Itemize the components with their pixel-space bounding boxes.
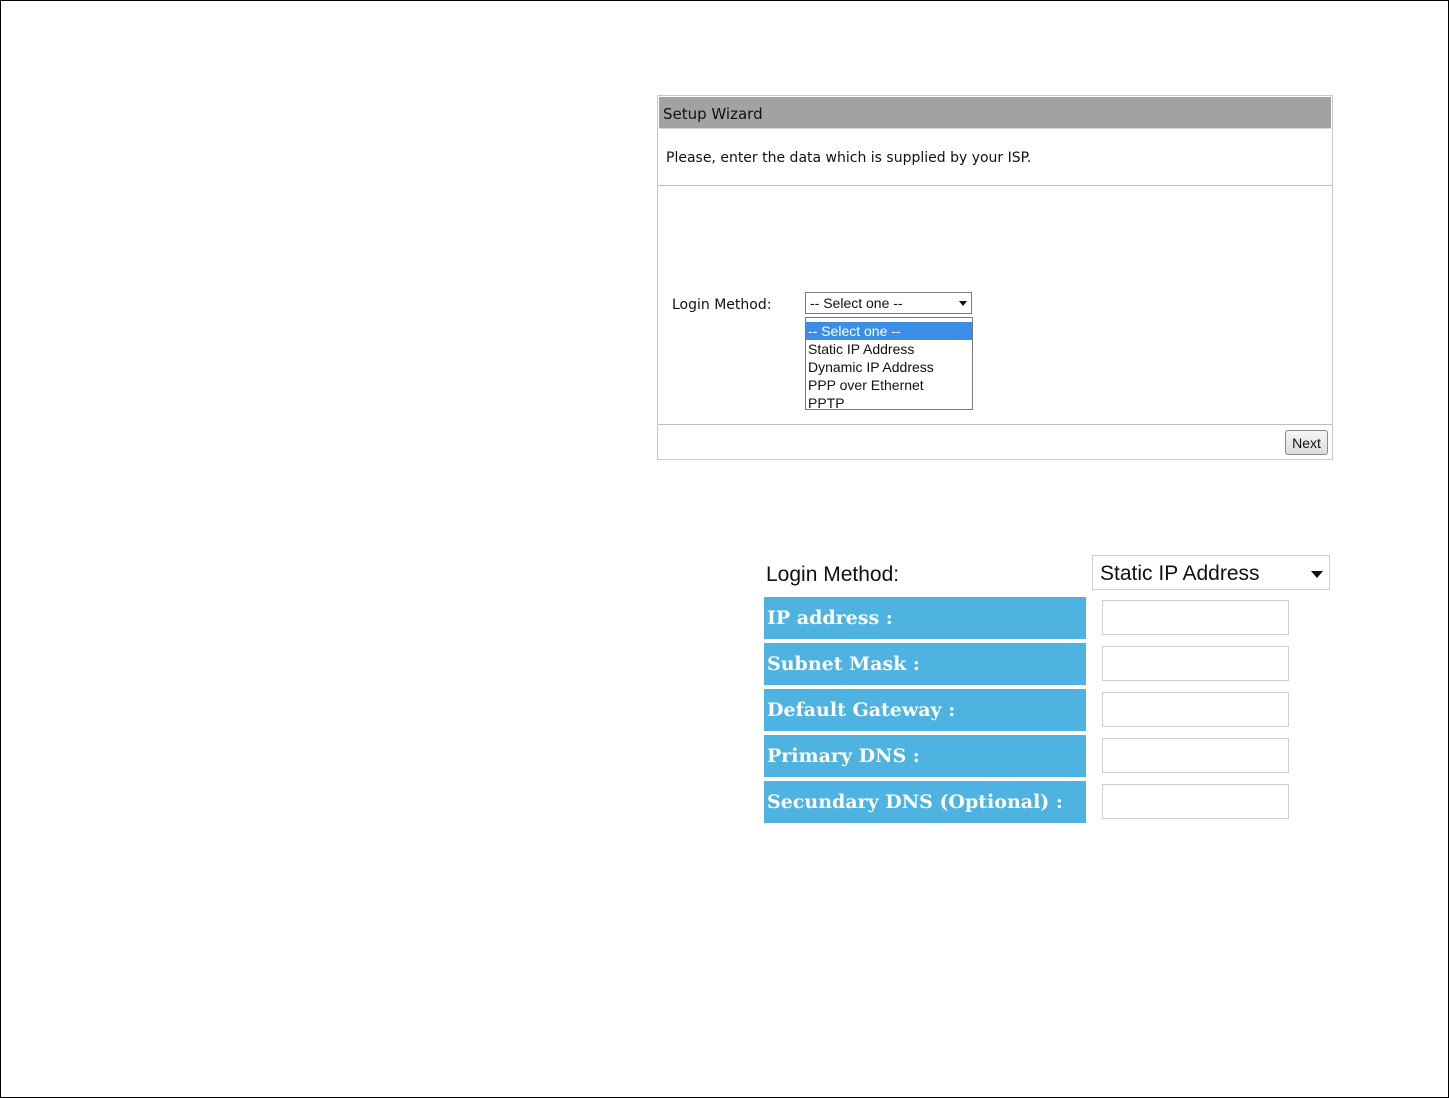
divider bbox=[658, 424, 1332, 425]
primary-dns-label: Primary DNS : bbox=[764, 735, 1086, 777]
subnet-mask-input[interactable] bbox=[1102, 646, 1289, 681]
ip-address-row: IP address : bbox=[764, 597, 1334, 639]
login-method-dropdown: -- Select one -- Static IP Address Dynam… bbox=[805, 317, 973, 412]
chevron-down-icon bbox=[959, 301, 967, 306]
dropdown-option-select-one[interactable]: -- Select one -- bbox=[806, 322, 972, 340]
login-method-select[interactable]: Static IP Address bbox=[1092, 555, 1330, 590]
login-method-select-value: Static IP Address bbox=[1100, 562, 1260, 585]
default-gateway-label: Default Gateway : bbox=[764, 689, 1086, 731]
wizard-title: Setup Wizard bbox=[663, 105, 763, 123]
subnet-mask-label: Subnet Mask : bbox=[764, 643, 1086, 685]
setup-wizard-panel: Setup Wizard Please, enter the data whic… bbox=[657, 95, 1333, 460]
dropdown-option-pppoe[interactable]: PPP over Ethernet bbox=[806, 376, 972, 394]
login-method-label: Login Method: bbox=[672, 297, 772, 313]
wizard-description: Please, enter the data which is supplied… bbox=[666, 150, 1032, 166]
primary-dns-input[interactable] bbox=[1102, 738, 1289, 773]
subnet-mask-row: Subnet Mask : bbox=[764, 643, 1334, 685]
secondary-dns-input[interactable] bbox=[1102, 784, 1289, 819]
login-method-label: Login Method: bbox=[766, 563, 900, 586]
default-gateway-input[interactable] bbox=[1102, 692, 1289, 727]
divider bbox=[658, 185, 1332, 186]
primary-dns-row: Primary DNS : bbox=[764, 735, 1334, 777]
dropdown-option-pptp[interactable]: PPTP bbox=[806, 394, 972, 412]
ip-address-input[interactable] bbox=[1102, 600, 1289, 635]
static-ip-form: Login Method: Static IP Address IP addre… bbox=[764, 553, 1334, 828]
secondary-dns-row: Secundary DNS (Optional) : bbox=[764, 781, 1334, 823]
secondary-dns-label: Secundary DNS (Optional) : bbox=[764, 781, 1086, 823]
next-button[interactable]: Next bbox=[1285, 430, 1328, 455]
chevron-down-icon bbox=[1311, 571, 1323, 578]
login-method-select[interactable]: -- Select one -- bbox=[805, 292, 972, 314]
login-method-select-value: -- Select one -- bbox=[810, 295, 903, 311]
wizard-header: Setup Wizard bbox=[659, 97, 1331, 129]
default-gateway-row: Default Gateway : bbox=[764, 689, 1334, 731]
dropdown-option-dynamic-ip[interactable]: Dynamic IP Address bbox=[806, 358, 972, 376]
dropdown-option-static-ip[interactable]: Static IP Address bbox=[806, 340, 972, 358]
ip-address-label: IP address : bbox=[764, 597, 1086, 639]
